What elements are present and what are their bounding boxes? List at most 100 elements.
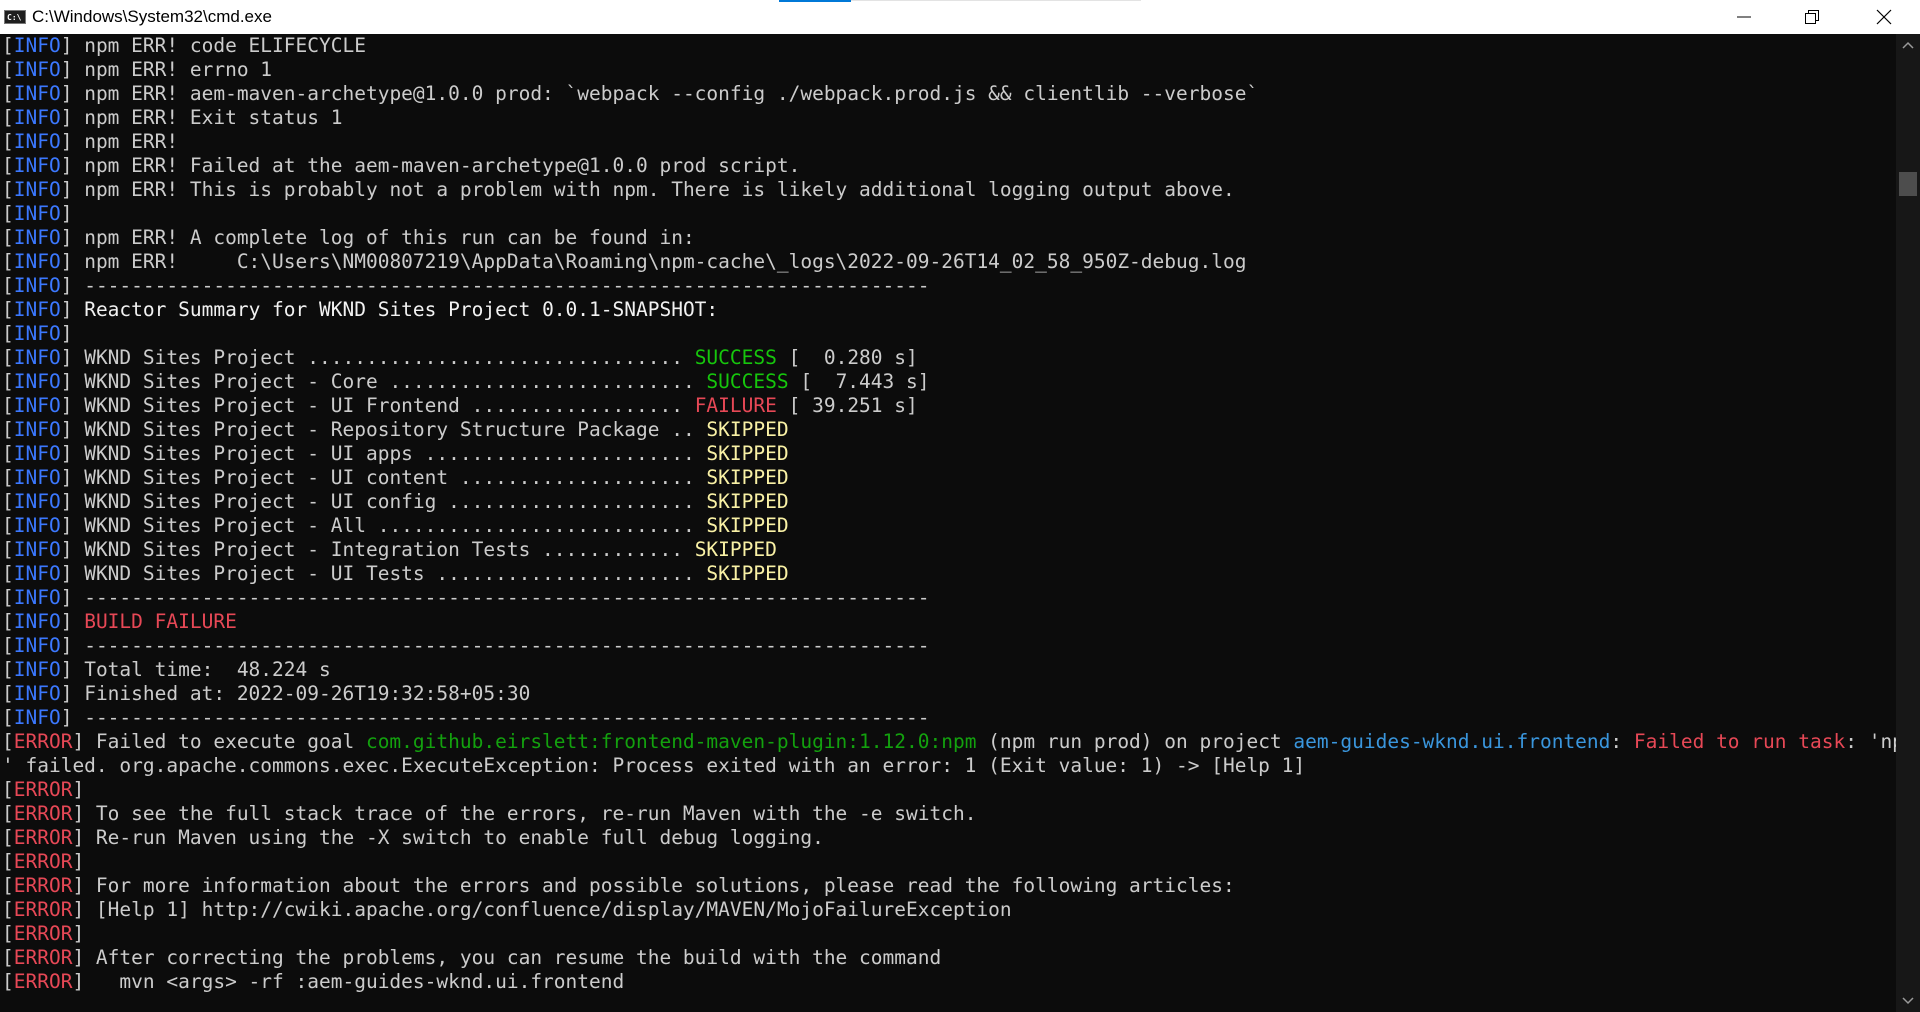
console-text: [ 0.280 s] [776,346,918,369]
console-line: [ERROR] To see the full stack trace of t… [0,802,1896,826]
console-text: ] Failed to execute goal [72,730,366,753]
log-level-info: INFO [13,682,61,705]
console-text: [ [2,178,14,201]
console-text: [ [2,394,14,417]
log-level-info: INFO [13,202,61,225]
log-level-info: INFO [13,82,61,105]
console-text: : [1610,730,1634,753]
console-text: ] npm ERR! Failed at the aem-maven-arche… [60,154,801,177]
console-text: SKIPPED [706,418,789,441]
console-text: [ [2,82,14,105]
minimize-button[interactable] [1710,0,1778,34]
console-line: [INFO] [0,322,1896,346]
close-button[interactable] [1848,0,1920,34]
scroll-up-button[interactable] [1896,34,1920,56]
log-level-error: ERROR [13,826,73,849]
chevron-up-icon [1902,41,1914,49]
console-text: ] Finished at: 2022-09-26T19:32:58+05:30 [60,682,531,705]
console-line: [INFO] npm ERR! A complete log of this r… [0,226,1896,250]
log-level-info: INFO [13,442,61,465]
console-line: [INFO] npm ERR! This is probably not a p… [0,178,1896,202]
console-text: Failed to run task [1633,730,1846,753]
console-text: ] [72,778,85,801]
console-line: [INFO] Reactor Summary for WKND Sites Pr… [0,298,1896,322]
console-text: ] WKND Sites Project - Integration Tests… [60,538,695,561]
console-text: BUILD FAILURE [84,610,237,633]
console-text: [ [2,850,14,873]
console-text: [ [2,154,14,177]
console-text: (npm run prod) on project [976,730,1294,753]
log-level-info: INFO [13,514,61,537]
console-text: [ [2,370,14,393]
console-text: aem-guides-wknd.ui.frontend [1293,730,1611,753]
console-text: ] [60,298,85,321]
console-text: ] --------------------------------------… [60,634,930,657]
console-text: ] WKND Sites Project - UI apps .........… [60,442,707,465]
log-level-info: INFO [13,58,61,81]
console-text: ] [72,922,85,945]
console-text: [ [2,970,14,993]
console-text: ] --------------------------------------… [60,706,930,729]
log-level-error: ERROR [13,970,73,993]
console-text: ] [72,850,85,873]
console-text: [ [2,34,14,57]
console-line: [INFO] ---------------------------------… [0,634,1896,658]
console-line: [INFO] ---------------------------------… [0,586,1896,610]
log-level-info: INFO [13,346,61,369]
console-text: [ [2,586,14,609]
log-level-info: INFO [13,610,61,633]
console-line: [INFO] WKND Sites Project ..............… [0,346,1896,370]
console-text: [ [2,538,14,561]
console-text: ] WKND Sites Project - UI Tests ........… [60,562,707,585]
log-level-info: INFO [13,298,61,321]
console-line: [INFO] WKND Sites Project - Repository S… [0,418,1896,442]
log-level-info: INFO [13,658,61,681]
scrollbar-thumb[interactable] [1899,172,1917,196]
console-text: [ [2,946,14,969]
console-line: [INFO] BUILD FAILURE [0,610,1896,634]
console-text: [ [2,898,14,921]
console-line: [INFO] npm ERR! [0,130,1896,154]
title-bar[interactable]: C:\ C:\Windows\System32\cmd.exe [0,0,1920,34]
console-text: [ [2,490,14,513]
log-level-info: INFO [13,706,61,729]
console-text: SKIPPED [706,514,789,537]
console-line: [INFO] npm ERR! Exit status 1 [0,106,1896,130]
log-level-info: INFO [13,250,61,273]
vertical-scrollbar[interactable] [1896,34,1920,1012]
log-level-info: INFO [13,418,61,441]
console-text: [ [2,874,14,897]
console-text: ] npm ERR! [60,130,179,153]
console-text: [ [2,778,14,801]
console-text: [ [2,826,14,849]
console-text: ] npm ERR! This is probably not a proble… [60,178,1235,201]
console-text: ] WKND Sites Project - UI Frontend .....… [60,394,695,417]
console-text: com.github.eirslett:frontend-maven-plugi… [365,730,977,753]
cmd-icon[interactable]: C:\ [4,10,26,24]
minimize-icon [1737,16,1751,18]
restore-button[interactable] [1778,0,1846,34]
console-text: [ [2,610,14,633]
console-text: ] npm ERR! code ELIFECYCLE [60,34,366,57]
log-level-info: INFO [13,106,61,129]
console-text: [ [2,442,14,465]
console-text: ] npm ERR! A complete log of this run ca… [60,226,695,249]
console-text: ] mvn <args> -rf :aem-guides-wknd.ui.fro… [72,970,625,993]
console-text: [ [2,322,14,345]
console-text: ] npm ERR! Exit status 1 [60,106,343,129]
console-text: [ [2,634,14,657]
scroll-down-button[interactable] [1896,990,1920,1012]
console-output[interactable]: [INFO] npm ERR! code ELIFECYCLE [INFO] np… [0,34,1896,1012]
log-level-error: ERROR [13,730,73,753]
console-text: ] [60,610,85,633]
console-text: [ [2,250,14,273]
log-level-info: INFO [13,178,61,201]
console-text: [ [2,514,14,537]
log-level-error: ERROR [13,850,73,873]
console-line: [ERROR] [0,778,1896,802]
log-level-error: ERROR [13,946,73,969]
console-line: [ERROR] After correcting the problems, y… [0,946,1896,970]
console-text: [ [2,106,14,129]
console-text: [ [2,922,14,945]
log-level-error: ERROR [13,802,73,825]
